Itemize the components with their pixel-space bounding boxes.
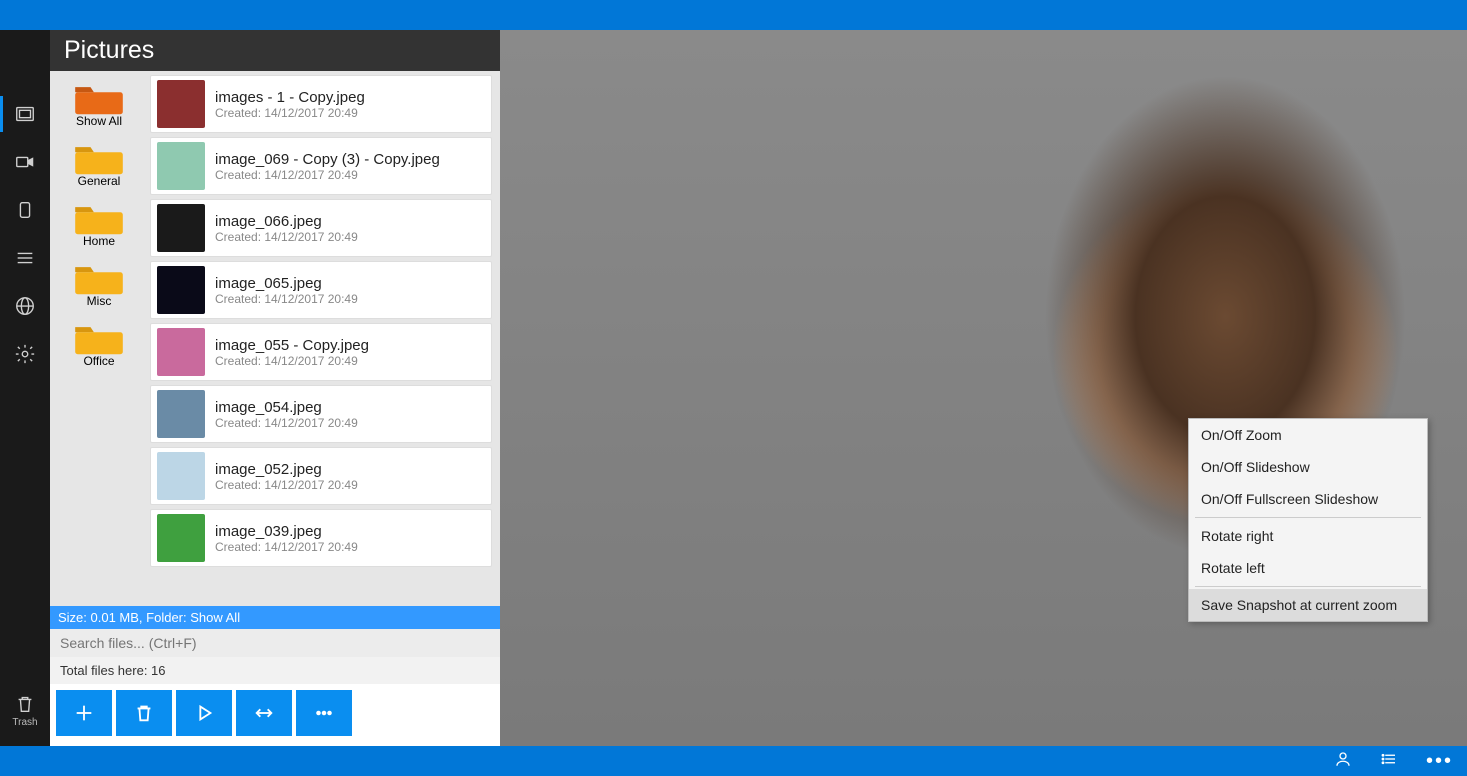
- ctx-save-snapshot[interactable]: Save Snapshot at current zoom: [1189, 589, 1427, 621]
- more-icon: •••: [1426, 750, 1453, 772]
- list-item[interactable]: image_066.jpegCreated: 14/12/2017 20:49: [150, 199, 492, 257]
- ctx-rotate-right[interactable]: Rotate right: [1189, 520, 1427, 552]
- panel-title: Pictures: [50, 30, 500, 71]
- rail-trash[interactable]: Trash: [0, 684, 50, 736]
- window-title-bar: [0, 0, 1467, 30]
- ctx-slideshow-toggle[interactable]: On/Off Slideshow: [1189, 451, 1427, 483]
- globe-icon: [14, 295, 36, 317]
- folder-label: Show All: [76, 114, 122, 128]
- folder-misc[interactable]: Misc: [54, 257, 144, 313]
- search-input[interactable]: [50, 629, 500, 657]
- folder-label: Home: [83, 234, 115, 248]
- thumbnail: [157, 204, 205, 252]
- folder-label: General: [78, 174, 121, 188]
- folder-general[interactable]: General: [54, 137, 144, 193]
- ctx-rotate-left[interactable]: Rotate left: [1189, 552, 1427, 584]
- file-meta: Created: 14/12/2017 20:49: [215, 230, 358, 244]
- file-meta: Created: 14/12/2017 20:49: [215, 168, 440, 182]
- app-root: Trash Pictures Show All General Home Mis…: [0, 30, 1467, 746]
- list-item[interactable]: images - 1 - Copy.jpegCreated: 14/12/201…: [150, 75, 492, 133]
- thumbnail: [157, 266, 205, 314]
- rail-settings[interactable]: [0, 330, 50, 378]
- ctx-separator: [1195, 517, 1421, 518]
- ctx-zoom-toggle[interactable]: On/Off Zoom: [1189, 419, 1427, 451]
- pictures-panel: Pictures Show All General Home Misc Offi…: [50, 30, 500, 746]
- file-name: image_066.jpeg: [215, 213, 358, 230]
- folder-show-all[interactable]: Show All: [54, 77, 144, 133]
- trash-icon: [133, 702, 155, 724]
- resize-button[interactable]: [236, 690, 292, 736]
- folder-column: Show All General Home Misc Office: [50, 71, 150, 606]
- file-meta: Created: 14/12/2017 20:49: [215, 106, 365, 120]
- thumbnail: [157, 80, 205, 128]
- nav-rail: Trash: [0, 30, 50, 746]
- list-item[interactable]: image_055 - Copy.jpegCreated: 14/12/2017…: [150, 323, 492, 381]
- file-meta: Created: 14/12/2017 20:49: [215, 292, 358, 306]
- gear-icon: [14, 343, 36, 365]
- app-bottom-bar: •••: [0, 746, 1467, 776]
- file-list[interactable]: images - 1 - Copy.jpegCreated: 14/12/201…: [150, 71, 500, 606]
- person-icon: [1334, 750, 1352, 768]
- device-icon: [14, 199, 36, 221]
- rail-trash-label: Trash: [12, 717, 37, 728]
- list-icon: [14, 247, 36, 269]
- folder-label: Misc: [87, 294, 112, 308]
- file-toolbar: [50, 684, 500, 746]
- pictures-icon: [14, 103, 36, 125]
- list-item[interactable]: image_052.jpegCreated: 14/12/2017 20:49: [150, 447, 492, 505]
- thumbnail: [157, 514, 205, 562]
- list-icon: [1380, 750, 1398, 768]
- file-name: images - 1 - Copy.jpeg: [215, 89, 365, 106]
- folder-office[interactable]: Office: [54, 317, 144, 373]
- rail-videos[interactable]: [0, 138, 50, 186]
- more-button[interactable]: [296, 690, 352, 736]
- preview-pane[interactable]: On/Off Zoom On/Off Slideshow On/Off Full…: [500, 30, 1467, 746]
- file-meta: Created: 14/12/2017 20:49: [215, 540, 358, 554]
- ctx-separator: [1195, 586, 1421, 587]
- list-item[interactable]: image_054.jpegCreated: 14/12/2017 20:49: [150, 385, 492, 443]
- file-name: image_039.jpeg: [215, 523, 358, 540]
- folder-home[interactable]: Home: [54, 197, 144, 253]
- total-files-label: Total files here: 16: [50, 657, 500, 684]
- bottom-list-button[interactable]: [1380, 750, 1398, 773]
- more-icon: [313, 702, 335, 724]
- rail-device[interactable]: [0, 186, 50, 234]
- file-meta: Created: 14/12/2017 20:49: [215, 354, 369, 368]
- file-name: image_065.jpeg: [215, 275, 358, 292]
- add-button[interactable]: [56, 690, 112, 736]
- arrows-horizontal-icon: [253, 702, 275, 724]
- file-meta: Created: 14/12/2017 20:49: [215, 416, 358, 430]
- list-item[interactable]: image_069 - Copy (3) - Copy.jpegCreated:…: [150, 137, 492, 195]
- context-menu: On/Off Zoom On/Off Slideshow On/Off Full…: [1188, 418, 1428, 622]
- status-bar: Size: 0.01 MB, Folder: Show All: [50, 606, 500, 629]
- bottom-more-button[interactable]: •••: [1426, 751, 1453, 771]
- file-meta: Created: 14/12/2017 20:49: [215, 478, 358, 492]
- rail-list[interactable]: [0, 234, 50, 282]
- delete-button[interactable]: [116, 690, 172, 736]
- thumbnail: [157, 328, 205, 376]
- file-name: image_069 - Copy (3) - Copy.jpeg: [215, 151, 440, 168]
- play-button[interactable]: [176, 690, 232, 736]
- rail-pictures[interactable]: [0, 90, 50, 138]
- ctx-fullscreen-slideshow-toggle[interactable]: On/Off Fullscreen Slideshow: [1189, 483, 1427, 515]
- trash-icon: [14, 693, 36, 715]
- thumbnail: [157, 452, 205, 500]
- list-item[interactable]: image_065.jpegCreated: 14/12/2017 20:49: [150, 261, 492, 319]
- file-name: image_055 - Copy.jpeg: [215, 337, 369, 354]
- plus-icon: [73, 702, 95, 724]
- file-name: image_052.jpeg: [215, 461, 358, 478]
- rail-web[interactable]: [0, 282, 50, 330]
- thumbnail: [157, 390, 205, 438]
- thumbnail: [157, 142, 205, 190]
- folder-label: Office: [83, 354, 114, 368]
- video-icon: [14, 151, 36, 173]
- preview-image: [500, 30, 1467, 746]
- list-item[interactable]: image_039.jpegCreated: 14/12/2017 20:49: [150, 509, 492, 567]
- account-button[interactable]: [1334, 750, 1352, 773]
- play-icon: [193, 702, 215, 724]
- file-name: image_054.jpeg: [215, 399, 358, 416]
